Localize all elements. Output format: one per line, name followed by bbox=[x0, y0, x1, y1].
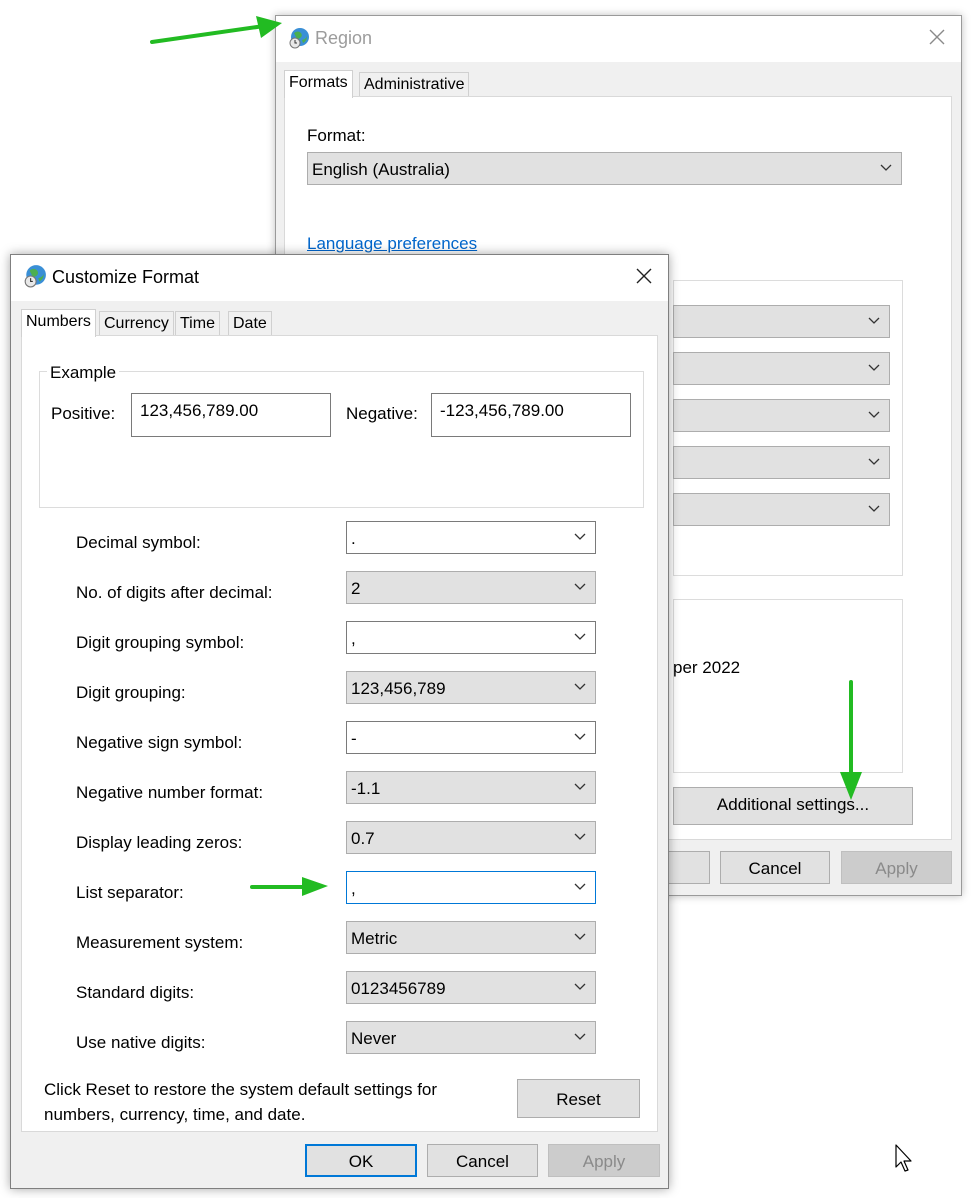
example-group-label: Example bbox=[47, 363, 120, 383]
examples-group bbox=[673, 599, 903, 773]
customize-format-window: Customize Format Numbers Currency Time D… bbox=[10, 254, 669, 1189]
list-separator-label: List separator: bbox=[76, 883, 184, 902]
chevron-down-icon bbox=[868, 411, 880, 418]
list-separator-value: , bbox=[351, 879, 356, 898]
chevron-down-icon bbox=[574, 783, 586, 790]
region-cancel-button[interactable]: Cancel bbox=[720, 851, 830, 884]
chevron-down-icon bbox=[574, 833, 586, 840]
language-preferences-link[interactable]: Language preferences bbox=[307, 234, 477, 254]
customize-format-title: Customize Format bbox=[52, 267, 200, 287]
decimal-symbol-label: Decimal symbol: bbox=[76, 533, 201, 552]
negative-example-field: -123,456,789.00 bbox=[431, 393, 631, 437]
chevron-down-icon bbox=[574, 1033, 586, 1040]
negative-sign-symbol-value: - bbox=[351, 729, 357, 748]
chevron-down-icon bbox=[868, 505, 880, 512]
ok-button[interactable]: OK bbox=[305, 1144, 417, 1177]
tab-currency[interactable]: Currency bbox=[99, 311, 174, 337]
reset-button[interactable]: Reset bbox=[517, 1079, 640, 1118]
annotation-arrow-icon bbox=[840, 680, 862, 800]
chevron-down-icon bbox=[574, 733, 586, 740]
close-icon[interactable] bbox=[631, 263, 657, 289]
region-window-title: Region bbox=[315, 28, 373, 48]
tab-numbers[interactable]: Numbers bbox=[21, 309, 96, 337]
use-native-digits-label: Use native digits: bbox=[76, 1033, 206, 1052]
annotation-arrow-icon bbox=[150, 16, 282, 44]
format-select[interactable]: English (Australia) bbox=[307, 152, 902, 185]
short-time-select[interactable] bbox=[673, 399, 890, 432]
list-separator-select[interactable]: , bbox=[346, 871, 596, 904]
chevron-down-icon bbox=[574, 933, 586, 940]
short-date-select[interactable] bbox=[673, 305, 890, 338]
negative-label: Negative: bbox=[346, 404, 418, 423]
tab-administrative[interactable]: Administrative bbox=[359, 72, 470, 98]
digits-after-decimal-value: 2 bbox=[351, 579, 361, 598]
display-leading-zeros-value: 0.7 bbox=[351, 829, 375, 848]
mouse-cursor-icon bbox=[895, 1144, 912, 1172]
chevron-down-icon bbox=[574, 683, 586, 690]
negative-number-format-label: Negative number format: bbox=[76, 783, 264, 802]
measurement-system-label: Measurement system: bbox=[76, 933, 244, 952]
additional-settings-button[interactable]: Additional settings... bbox=[673, 787, 913, 825]
standard-digits-value: 0123456789 bbox=[351, 979, 446, 998]
display-leading-zeros-label: Display leading zeros: bbox=[76, 833, 243, 852]
chevron-down-icon bbox=[574, 583, 586, 590]
standard-digits-select[interactable]: 0123456789 bbox=[346, 971, 596, 1004]
positive-example-field: 123,456,789.00 bbox=[131, 393, 331, 437]
ok-button-hidden[interactable] bbox=[668, 851, 710, 884]
digit-grouping-symbol-label: Digit grouping symbol: bbox=[76, 633, 245, 652]
chevron-down-icon bbox=[574, 983, 586, 990]
negative-sign-symbol-select[interactable]: - bbox=[346, 721, 596, 754]
chevron-down-icon bbox=[868, 458, 880, 465]
decimal-symbol-select[interactable]: . bbox=[346, 521, 596, 554]
chevron-down-icon bbox=[574, 633, 586, 640]
chevron-down-icon bbox=[574, 883, 586, 890]
use-native-digits-value: Never bbox=[351, 1029, 397, 1048]
use-native-digits-select[interactable]: Never bbox=[346, 1021, 596, 1054]
long-date-select[interactable] bbox=[673, 352, 890, 385]
region-titlebar[interactable]: Region bbox=[276, 16, 961, 62]
negative-number-format-select[interactable]: -1.1 bbox=[346, 771, 596, 804]
negative-number-format-value: -1.1 bbox=[351, 779, 381, 798]
digit-grouping-select[interactable]: 123,456,789 bbox=[346, 671, 596, 704]
digit-grouping-value: 123,456,789 bbox=[351, 679, 446, 698]
measurement-system-select[interactable]: Metric bbox=[346, 921, 596, 954]
display-leading-zeros-select[interactable]: 0.7 bbox=[346, 821, 596, 854]
chevron-down-icon bbox=[880, 164, 892, 171]
long-time-select[interactable] bbox=[673, 446, 890, 479]
format-label: Format: bbox=[307, 126, 366, 145]
example-date-text: per 2022 bbox=[673, 658, 741, 677]
apply-button[interactable]: Apply bbox=[548, 1144, 660, 1177]
digits-after-decimal-label: No. of digits after decimal: bbox=[76, 583, 273, 602]
chevron-down-icon bbox=[574, 533, 586, 540]
region-apply-button[interactable]: Apply bbox=[841, 851, 952, 884]
chevron-down-icon bbox=[868, 364, 880, 371]
positive-label: Positive: bbox=[51, 404, 116, 423]
cancel-button[interactable]: Cancel bbox=[427, 1144, 538, 1177]
digit-grouping-symbol-value: , bbox=[351, 629, 356, 648]
digit-grouping-label: Digit grouping: bbox=[76, 683, 186, 702]
format-select-value: English (Australia) bbox=[312, 160, 450, 179]
tab-date[interactable]: Date bbox=[228, 311, 272, 337]
digit-grouping-symbol-select[interactable]: , bbox=[346, 621, 596, 654]
numbers-panel: Example Positive: 123,456,789.00 Negativ… bbox=[21, 335, 658, 1132]
digits-after-decimal-select[interactable]: 2 bbox=[346, 571, 596, 604]
standard-digits-label: Standard digits: bbox=[76, 983, 195, 1002]
first-day-of-week-select[interactable] bbox=[673, 493, 890, 526]
close-icon[interactable] bbox=[924, 24, 950, 50]
negative-sign-symbol-label: Negative sign symbol: bbox=[76, 733, 243, 752]
reset-note: Click Reset to restore the system defaul… bbox=[44, 1080, 438, 1124]
tab-time[interactable]: Time bbox=[175, 311, 220, 337]
chevron-down-icon bbox=[868, 317, 880, 324]
customize-format-titlebar[interactable]: Customize Format bbox=[11, 255, 668, 301]
globe-clock-icon bbox=[24, 265, 46, 288]
measurement-system-value: Metric bbox=[351, 929, 398, 948]
decimal-symbol-value: . bbox=[351, 529, 356, 548]
example-group bbox=[39, 371, 644, 508]
globe-clock-icon bbox=[289, 28, 309, 49]
annotation-arrow-icon bbox=[250, 877, 328, 896]
tab-formats[interactable]: Formats bbox=[284, 70, 353, 98]
